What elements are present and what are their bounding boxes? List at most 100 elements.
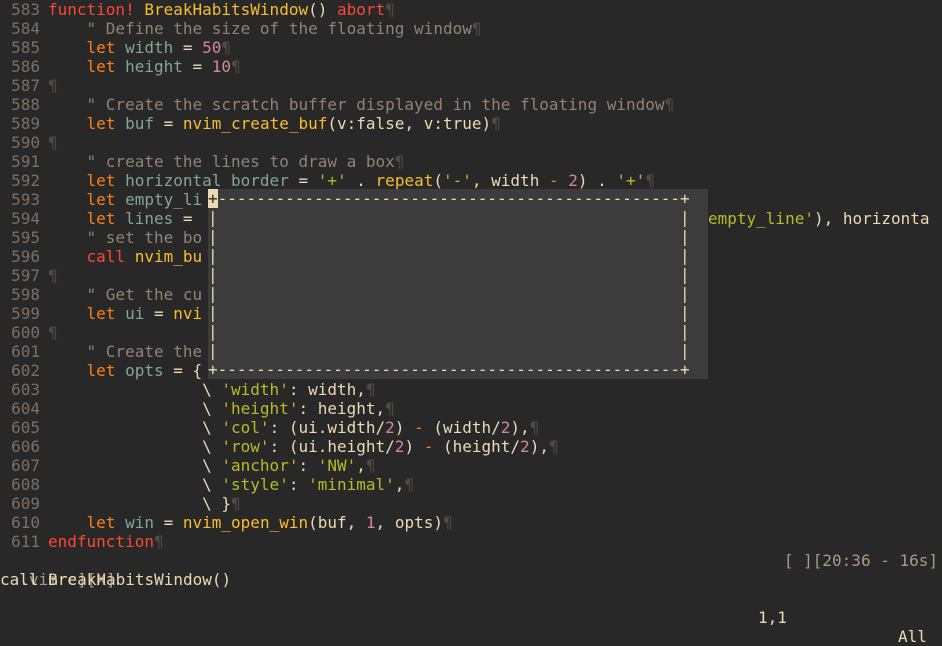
code-token: let <box>48 209 126 228</box>
line-number: 602 <box>11 361 40 380</box>
line-number: 584 <box>11 19 40 38</box>
code-text: call nvim_bu <box>48 247 203 266</box>
code-line[interactable]: 603 \ 'width': width,¶ <box>0 380 942 399</box>
code-text: \ 'height': height,¶ <box>48 399 395 418</box>
line-number: 588 <box>11 95 40 114</box>
cursor-position: 1,1 <box>758 608 787 627</box>
code-token: endfunction <box>48 532 154 551</box>
code-text: endfunction¶ <box>48 532 164 551</box>
code-line[interactable]: 591 " create the lines to draw a box¶ <box>0 152 942 171</box>
code-text: " Create the <box>48 342 203 361</box>
code-token: " Create the scratch buffer displayed in… <box>48 95 665 114</box>
code-token: ¶ <box>231 494 241 513</box>
float-row: | | <box>208 246 690 265</box>
code-token: empty_li <box>125 190 203 209</box>
command-line[interactable]: call BreakHabitsWindow() <box>0 570 942 589</box>
code-token: ¶ <box>529 418 540 437</box>
float-top-border-rest: ----------------------------------------… <box>217 189 690 208</box>
code-line[interactable]: 587 ¶ <box>0 76 942 95</box>
code-token: ), <box>529 437 549 456</box>
code-token: call <box>48 247 135 266</box>
code-text: ¶ <box>48 323 58 342</box>
code-token: ¶ <box>153 532 164 551</box>
code-line[interactable]: 592 let horizontal_border = '+' . repeat… <box>0 171 942 190</box>
code-line[interactable]: 586 let height = 10¶ <box>0 57 942 76</box>
code-token: = <box>153 114 183 133</box>
code-line[interactable]: 585 let width = 50¶ <box>0 38 942 57</box>
code-token: height <box>125 57 183 76</box>
code-line[interactable]: 605 \ 'col': (ui.width/2) - (width/2),¶ <box>0 418 942 437</box>
code-token: opts <box>125 361 164 380</box>
code-token: (buf, <box>308 513 366 532</box>
code-token: lines <box>125 209 174 228</box>
float-bottom-border: +---------------------------------------… <box>208 360 690 379</box>
code-token: \ <box>48 475 222 494</box>
line-number: 606 <box>11 437 40 456</box>
code-line[interactable]: 589 let buf = nvim_create_buf(v:false, v… <box>0 114 942 133</box>
code-text: let lines = <box>48 209 202 228</box>
code-line[interactable]: 590 ¶ <box>0 133 942 152</box>
code-line[interactable]: 607 \ 'anchor': 'NW',¶ <box>0 456 942 475</box>
code-token: : <box>288 475 309 494</box>
line-number: 601 <box>11 342 40 361</box>
code-token: ¶ <box>231 57 241 76</box>
code-token: \ <box>48 399 222 418</box>
code-line[interactable]: 583 function! BreakHabitsWindow() abort¶ <box>0 0 942 19</box>
code-text: ¶ <box>48 76 58 95</box>
code-token: ¶ <box>48 266 58 285</box>
code-token: (height/ <box>433 437 521 456</box>
code-token: , opts) <box>375 513 443 532</box>
code-token: 2 <box>568 171 578 190</box>
code-token: repeat <box>375 171 434 190</box>
line-number: 598 <box>11 285 40 304</box>
code-token: : <box>298 456 318 475</box>
line-number: 600 <box>11 323 40 342</box>
code-text: " create the lines to draw a box¶ <box>48 152 405 171</box>
code-token: let <box>48 361 126 380</box>
code-token: " Define the size of the floating window <box>48 19 472 38</box>
code-text: let width = 50¶ <box>48 38 232 57</box>
code-token: empty_line'), horizonta <box>708 209 930 228</box>
code-token: 'col' <box>221 418 270 437</box>
float-row: | | <box>208 265 690 284</box>
code-line[interactable]: 588 " Create the scratch buffer displaye… <box>0 95 942 114</box>
code-token: let <box>48 57 126 76</box>
code-token: ) <box>404 437 424 456</box>
code-line[interactable]: 608 \ 'style': 'minimal',¶ <box>0 475 942 494</box>
code-line[interactable]: 611 endfunction¶ <box>0 532 942 551</box>
code-text: " Create the scratch buffer displayed in… <box>48 95 675 114</box>
line-number: 586 <box>11 57 40 76</box>
code-token: " set the bo <box>48 228 203 247</box>
code-line[interactable]: 584 " Define the size of the floating wi… <box>0 19 942 38</box>
code-line[interactable]: 606 \ 'row': (ui.height/2) - (height/2),… <box>0 437 942 456</box>
code-token: ¶ <box>471 19 482 38</box>
ruler: 1,1 All <box>0 589 942 646</box>
code-text: \ 'col': (ui.width/2) - (width/2),¶ <box>48 418 539 437</box>
line-number: 604 <box>11 399 40 418</box>
code-token: = <box>144 304 174 323</box>
code-token: 'style' <box>221 475 289 494</box>
line-number: 591 <box>11 152 40 171</box>
code-token: 1 <box>365 513 376 532</box>
floating-window[interactable]: +---------------------------------------… <box>208 189 708 379</box>
code-token: ) . <box>577 171 617 190</box>
line-number: 594 <box>11 209 40 228</box>
code-token: abort <box>337 0 386 19</box>
line-number: 609 <box>11 494 40 513</box>
code-token: : width, <box>288 380 366 399</box>
code-token: \ <box>48 380 222 399</box>
code-token: 'row' <box>221 437 270 456</box>
code-token: horizontal_border <box>125 171 289 190</box>
code-token: '+' <box>317 171 347 190</box>
code-text: let empty_li <box>48 190 203 209</box>
code-token: BreakHabitsWindow <box>144 0 309 19</box>
code-token: 2 <box>385 418 395 437</box>
code-token: : (ui.height/ <box>269 437 395 456</box>
code-line[interactable]: 609 \ }¶ <box>0 494 942 513</box>
code-text: \ 'width': width,¶ <box>48 380 375 399</box>
code-token: - <box>414 418 424 437</box>
code-line[interactable]: 604 \ 'height': height,¶ <box>0 399 942 418</box>
code-line[interactable]: 610 let win = nvim_open_win(buf, 1, opts… <box>0 513 942 532</box>
float-row: | | <box>208 208 690 227</box>
line-number: 587 <box>11 76 40 95</box>
